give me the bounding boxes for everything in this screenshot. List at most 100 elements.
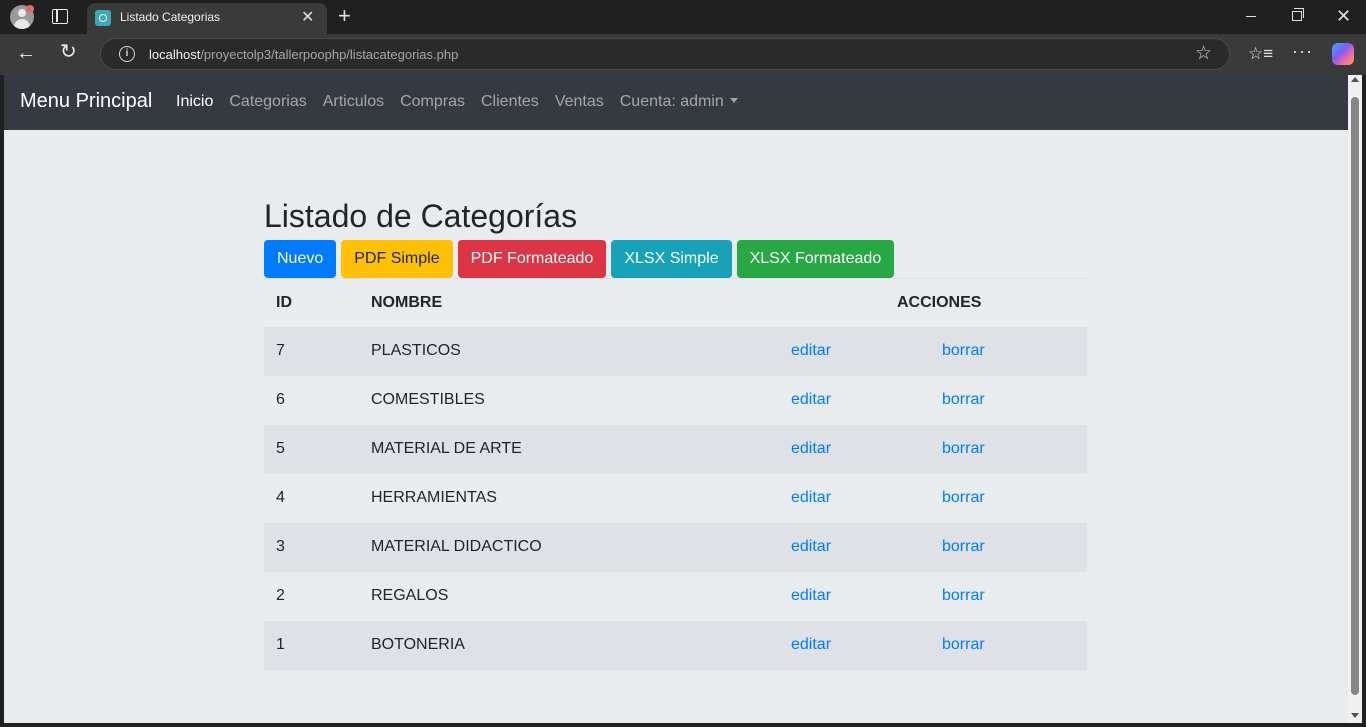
restore-icon[interactable]: [1292, 8, 1304, 21]
cell-delete: borrar: [930, 522, 1087, 572]
page-viewport: Menu Principal Inicio Categorias Articul…: [4, 75, 1348, 723]
cell-delete: borrar: [930, 620, 1087, 670]
favorites-icon[interactable]: ☆≡: [1248, 43, 1273, 65]
header-nombre: NOMBRE: [359, 278, 779, 327]
nav-link-ventas[interactable]: Ventas: [555, 93, 604, 111]
table-row: 7 PLASTICOS editar borrar: [264, 326, 1087, 376]
cell-delete: borrar: [930, 424, 1087, 474]
cell-delete: borrar: [930, 572, 1087, 621]
pdf-simple-button[interactable]: PDF Simple: [341, 240, 453, 278]
favorite-star-icon[interactable]: ☆: [1195, 43, 1212, 65]
scroll-thumb[interactable]: [1351, 97, 1359, 695]
table-header-row: ID NOMBRE ACCIONES: [264, 278, 1087, 327]
edit-link[interactable]: editar: [791, 440, 831, 457]
delete-link[interactable]: borrar: [942, 391, 985, 408]
nav-links: Inicio Categorias Articulos Compras Clie…: [176, 93, 738, 111]
table-row: 6 COMESTIBLES editar borrar: [264, 376, 1087, 425]
edit-link[interactable]: editar: [791, 342, 831, 359]
cell-edit: editar: [779, 424, 930, 474]
cell-nombre: COMESTIBLES: [371, 391, 485, 408]
nuevo-button[interactable]: Nuevo: [264, 240, 337, 278]
cell-delete: borrar: [930, 376, 1087, 425]
copilot-icon[interactable]: [1332, 43, 1354, 65]
edit-link[interactable]: editar: [791, 489, 831, 506]
cell-edit: editar: [779, 474, 930, 523]
header-acciones: ACCIONES: [779, 278, 1087, 327]
delete-link[interactable]: borrar: [942, 587, 985, 604]
edit-link[interactable]: editar: [791, 587, 831, 604]
cell-edit: editar: [779, 522, 930, 572]
cell-nombre: MATERIAL DIDACTICO: [359, 522, 779, 572]
cell-edit: editar: [779, 326, 930, 376]
nav-link-compras[interactable]: Compras: [400, 93, 465, 111]
table-row: 1 BOTONERIA editar borrar: [264, 620, 1087, 670]
page-title: Listado de Categorías: [264, 198, 578, 234]
delete-link[interactable]: borrar: [942, 440, 985, 457]
address-bar[interactable]: i localhost/proyectolp3/tallerpoophp/lis…: [100, 38, 1230, 70]
action-buttons: Nuevo PDF Simple PDF Formateado XLSX Sim…: [264, 240, 899, 278]
cell-nombre: HERRAMIENTAS: [371, 489, 497, 506]
xlsx-formateado-button[interactable]: XLSX Formateado: [736, 240, 895, 278]
nav-link-inicio[interactable]: Inicio: [176, 93, 213, 111]
cell-edit: editar: [779, 572, 930, 621]
favicon-icon: [95, 10, 111, 26]
vertical-scrollbar[interactable]: [1348, 75, 1362, 723]
cell-edit: editar: [779, 620, 930, 670]
browser-tab[interactable]: Listado Categorias ✕: [87, 3, 327, 34]
delete-link[interactable]: borrar: [942, 636, 985, 653]
pdf-formateado-button[interactable]: PDF Formateado: [457, 240, 607, 278]
back-arrow-icon[interactable]: ←: [16, 41, 36, 65]
nav-link-clientes[interactable]: Clientes: [481, 93, 539, 111]
url-path: /proyectolp3/tallerpoophp/listacategoria…: [200, 47, 459, 62]
cell-nombre: MATERIAL DE ARTE: [359, 424, 779, 474]
delete-link[interactable]: borrar: [942, 342, 985, 359]
header-acciones-label: ACCIONES: [897, 293, 982, 311]
categories-table: ID NOMBRE ACCIONES 7 PLASTICOS editar bo…: [264, 278, 1087, 670]
header-id: ID: [264, 278, 359, 327]
scroll-up-icon[interactable]: [1351, 77, 1359, 82]
delete-link[interactable]: borrar: [942, 538, 985, 555]
cell-id: 5: [264, 424, 359, 474]
account-label: Cuenta: admin: [619, 93, 724, 110]
url-host: localhost/proyectolp3/tallerpoophp/lista…: [149, 47, 459, 62]
navbar-brand[interactable]: Menu Principal: [20, 90, 152, 113]
cell-id: 7: [264, 326, 359, 376]
cell-id: 6: [276, 391, 285, 408]
tab-title: Listado Categorias: [120, 10, 221, 24]
cell-id: 2: [276, 587, 285, 604]
main-content: Listado de Categorías Nuevo PDF Simple P…: [264, 196, 1087, 670]
table-row: 5 MATERIAL DE ARTE editar borrar: [264, 424, 1087, 474]
browser-tab-strip: Listado Categorias ✕ + ✕: [0, 0, 1366, 34]
edit-link[interactable]: editar: [791, 538, 831, 555]
table-row: 3 MATERIAL DIDACTICO editar borrar: [264, 522, 1087, 572]
more-options-icon[interactable]: ···: [1292, 40, 1313, 62]
cell-edit: editar: [779, 376, 930, 425]
browser-toolbar: ← ↻ i localhost/proyectolp3/tallerpoophp…: [0, 34, 1366, 75]
cell-nombre: PLASTICOS: [359, 326, 779, 376]
edit-link[interactable]: editar: [791, 391, 831, 408]
window-close-icon[interactable]: ✕: [1336, 5, 1351, 27]
account-dropdown[interactable]: Cuenta: admin: [620, 93, 738, 111]
reload-icon[interactable]: ↻: [60, 40, 77, 64]
edit-link[interactable]: editar: [791, 636, 831, 653]
scroll-down-icon[interactable]: [1351, 713, 1359, 718]
cell-id: 1: [264, 620, 359, 670]
minimize-icon[interactable]: [1246, 16, 1256, 17]
table-row: 2 REGALOS editar borrar: [264, 572, 1087, 621]
cell-delete: borrar: [930, 326, 1087, 376]
navbar: Menu Principal Inicio Categorias Articul…: [4, 75, 1348, 130]
cell-id: 3: [264, 522, 359, 572]
xlsx-simple-button[interactable]: XLSX Simple: [611, 240, 732, 278]
tab-actions-icon[interactable]: [52, 9, 68, 24]
delete-link[interactable]: borrar: [942, 489, 985, 506]
site-info-icon[interactable]: i: [119, 46, 135, 62]
cell-delete: borrar: [930, 474, 1087, 523]
profile-notification-dot: [26, 5, 34, 13]
new-tab-icon[interactable]: +: [338, 4, 351, 28]
caret-down-icon: [729, 98, 738, 103]
nav-link-articulos[interactable]: Articulos: [323, 93, 384, 111]
cell-nombre: BOTONERIA: [359, 620, 779, 670]
cell-id: 4: [276, 489, 285, 506]
close-tab-icon[interactable]: ✕: [301, 8, 314, 28]
nav-link-categorias[interactable]: Categorias: [229, 93, 306, 111]
